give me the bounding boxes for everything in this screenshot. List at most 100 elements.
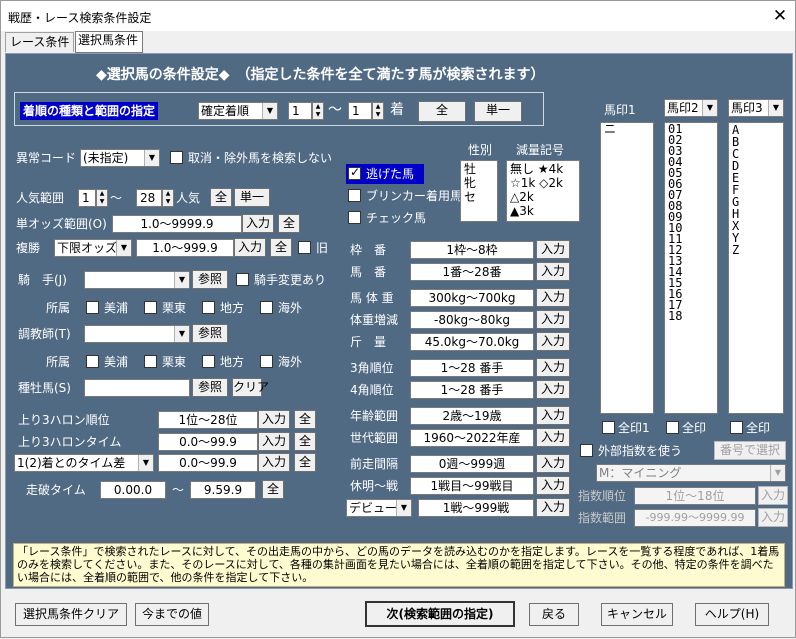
jockey-change-checkbox[interactable] <box>236 273 249 286</box>
clear-conditions-button[interactable]: 選択馬条件クリア <box>15 603 127 626</box>
range-field[interactable]: 300kg～700kg <box>410 289 534 307</box>
range-input-button[interactable]: 入力 <box>536 358 570 377</box>
jockey-select[interactable]: ▼ <box>84 271 190 289</box>
range-input-button[interactable]: 入力 <box>536 240 570 259</box>
place-all-button[interactable]: 全 <box>270 238 292 257</box>
sire-input[interactable] <box>84 379 190 397</box>
mark3-select[interactable]: 馬印3 ▼ <box>728 99 784 117</box>
order-from-input[interactable]: 1 <box>288 102 312 120</box>
time-diff-select[interactable]: 1(2)着とのタイム差 ▼ <box>14 454 154 472</box>
place-input-button[interactable]: 入力 <box>234 238 266 257</box>
all-mark1-checkbox[interactable] <box>602 421 615 434</box>
place-range-field[interactable]: 1.0～999.9 <box>136 239 234 257</box>
help-button[interactable]: ヘルプ(H) <box>695 603 769 626</box>
range-field[interactable]: -80kg～80kg <box>410 311 534 329</box>
next-button[interactable]: 次(検索範囲の指定) <box>365 601 515 627</box>
jockey-ref-button[interactable]: 参照 <box>192 270 228 289</box>
range-input-button[interactable]: 入力 <box>536 332 570 351</box>
debut-range-field[interactable]: 1戦～999戦 <box>418 499 534 517</box>
trainer-select[interactable]: ▼ <box>84 325 190 343</box>
range-field[interactable]: 1～28 番手 <box>410 381 534 399</box>
odds-input-button[interactable]: 入力 <box>242 214 274 233</box>
range-input-button[interactable]: 入力 <box>536 380 570 399</box>
old-checkbox[interactable] <box>298 241 311 254</box>
trainer-ritto-checkbox[interactable] <box>144 355 157 368</box>
check-horse-checkbox[interactable] <box>348 211 361 224</box>
range-input-button[interactable]: 入力 <box>536 288 570 307</box>
index-value-input-button[interactable]: 入力 <box>758 508 788 527</box>
index-value-field[interactable]: -999.99～9999.99 <box>634 509 756 527</box>
time-diff-all-button[interactable]: 全 <box>294 453 316 472</box>
range-field[interactable]: 2歳～19歳 <box>410 407 534 425</box>
popularity-from-input[interactable]: 1 <box>78 189 96 207</box>
mark2-select[interactable]: 馬印2 ▼ <box>664 99 718 117</box>
debut-input-button[interactable]: 入力 <box>536 498 570 517</box>
weight-mark-list[interactable]: 無し ★4k ☆1k ◇2k △2k ▲3k <box>506 160 580 222</box>
all-mark3-checkbox[interactable] <box>730 421 743 434</box>
agari-rank-input-button[interactable]: 入力 <box>258 410 290 429</box>
sire-ref-button[interactable]: 参照 <box>192 378 228 397</box>
debut-select[interactable]: デビュー ▼ <box>346 499 412 517</box>
order-type-select[interactable]: 確定着順 ▼ <box>198 102 278 120</box>
odds-all-button[interactable]: 全 <box>278 214 300 233</box>
agari-time-all-button[interactable]: 全 <box>294 432 316 451</box>
nige-checkbox[interactable] <box>348 165 361 180</box>
popularity-single-button[interactable]: 単一 <box>234 188 270 207</box>
range-field[interactable]: 1枠～8枠 <box>410 241 534 259</box>
range-field[interactable]: 45.0kg～70.0kg <box>410 333 534 351</box>
order-single-button[interactable]: 単一 <box>474 101 522 122</box>
order-to-input[interactable]: 1 <box>348 102 372 120</box>
tab-race-conditions[interactable]: レース条件 <box>5 32 75 52</box>
external-index-checkbox[interactable] <box>580 444 593 457</box>
range-input-button[interactable]: 入力 <box>536 406 570 425</box>
agari-rank-field[interactable]: 1位～28位 <box>158 411 258 429</box>
time-diff-input-button[interactable]: 入力 <box>258 453 290 472</box>
range-input-button[interactable]: 入力 <box>536 428 570 447</box>
back-button[interactable]: 戻る <box>529 603 579 626</box>
cancel-exclude-checkbox[interactable] <box>170 151 183 164</box>
time-diff-field[interactable]: 0.0～99.9 <box>158 454 258 472</box>
mark3-list[interactable]: A B C D E F G H X Y Z <box>728 122 784 414</box>
jockey-ritto-checkbox[interactable] <box>144 301 157 314</box>
order-from-spinner[interactable]: ▲ ▼ <box>312 102 324 120</box>
sex-list[interactable]: 牡 牝 セ <box>460 160 498 222</box>
popularity-all-button[interactable]: 全 <box>210 188 232 207</box>
mark1-list[interactable]: ニ <box>600 122 654 414</box>
jockey-miho-checkbox[interactable] <box>86 301 99 314</box>
trainer-miho-checkbox[interactable] <box>86 355 99 368</box>
popularity-to-input[interactable]: 28 <box>136 189 162 207</box>
place-type-select[interactable]: 下限オッズ ▼ <box>54 239 132 257</box>
range-input-button[interactable]: 入力 <box>536 476 570 495</box>
run-time-from-field[interactable]: 0.00.0 <box>100 481 166 499</box>
cancel-button[interactable]: キャンセル <box>601 603 673 626</box>
run-time-to-field[interactable]: 9.59.9 <box>190 481 256 499</box>
range-input-button[interactable]: 入力 <box>536 310 570 329</box>
index-rank-field[interactable]: 1位～18位 <box>634 487 756 505</box>
popularity-to-spinner[interactable]: ▲ ▼ <box>162 189 174 207</box>
trainer-overseas-checkbox[interactable] <box>260 355 273 368</box>
range-input-button[interactable]: 入力 <box>536 454 570 473</box>
trainer-local-checkbox[interactable] <box>202 355 215 368</box>
previous-values-button[interactable]: 今までの値 <box>135 603 209 626</box>
order-to-spinner[interactable]: ▲ ▼ <box>372 102 384 120</box>
blinker-checkbox[interactable] <box>348 189 361 202</box>
order-all-button[interactable]: 全 <box>418 101 466 122</box>
trainer-ref-button[interactable]: 参照 <box>192 324 228 343</box>
popularity-from-spinner[interactable]: ▲ ▼ <box>96 189 108 207</box>
abnormal-select[interactable]: (未指定) ▼ <box>80 149 160 167</box>
jockey-local-checkbox[interactable] <box>202 301 215 314</box>
run-time-all-button[interactable]: 全 <box>262 480 284 499</box>
range-field[interactable]: 1戦目～99戦目 <box>410 477 534 495</box>
mark2-list[interactable]: 01 02 03 04 05 06 07 08 09 10 11 12 13 1… <box>664 122 718 414</box>
close-icon[interactable]: ✕ <box>765 2 795 30</box>
range-input-button[interactable]: 入力 <box>536 262 570 281</box>
index-type-select[interactable]: M：マイニング ▼ <box>596 464 786 482</box>
index-rank-input-button[interactable]: 入力 <box>758 486 788 505</box>
range-field[interactable]: 1～28 番手 <box>410 359 534 377</box>
select-by-number-button[interactable]: 番号で選択 <box>714 441 786 460</box>
agari-rank-all-button[interactable]: 全 <box>294 410 316 429</box>
all-mark2-checkbox[interactable] <box>666 421 679 434</box>
range-field[interactable]: 0週～999週 <box>410 455 534 473</box>
agari-time-input-button[interactable]: 入力 <box>258 432 290 451</box>
range-field[interactable]: 1960～2022年産 <box>410 429 534 447</box>
